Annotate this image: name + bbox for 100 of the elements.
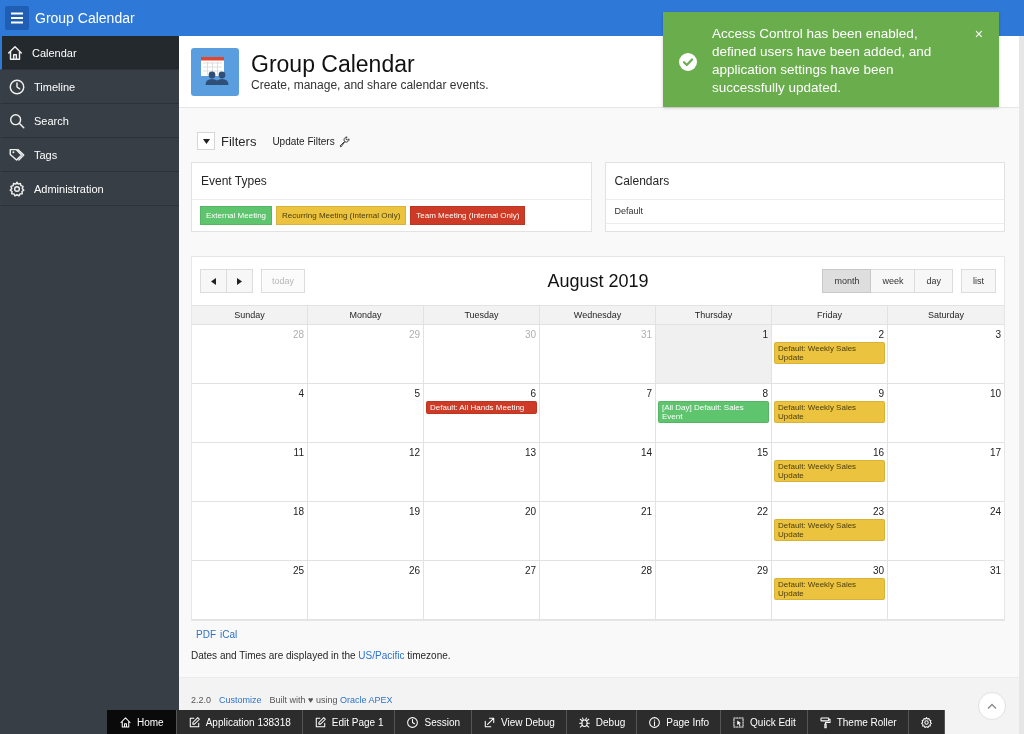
calendar-title: August 2019 <box>547 270 649 292</box>
day-cell[interactable]: 22 <box>656 502 772 561</box>
day-number: 31 <box>639 328 653 342</box>
day-cell[interactable]: 12 <box>308 443 424 502</box>
day-cell[interactable]: 29 <box>656 561 772 620</box>
next-icon <box>237 277 242 285</box>
weekday-header: Wednesday <box>540 306 656 325</box>
calendar-event[interactable]: Default: All Hands Meeting <box>426 401 537 414</box>
notification-message: Access Control has been enabled, defined users have been added, and application settings have been successfully updated. <box>712 25 933 97</box>
panel-title: Calendars <box>605 163 1004 200</box>
day-number: 9 <box>877 387 885 401</box>
update-filters-button[interactable]: Update Filters <box>270 132 353 150</box>
day-cell[interactable]: 6 Default: All Hands Meeting <box>424 384 540 443</box>
day-number: 7 <box>645 387 653 401</box>
day-number: 21 <box>639 505 653 519</box>
download-link[interactable]: iCal <box>220 629 238 640</box>
day-number: 1 <box>761 328 769 342</box>
built-with-text: Built with ♥ using Oracle APEX <box>269 695 393 705</box>
event-type-tag[interactable]: Recurring Meeting (Internal Only) <box>276 206 407 225</box>
menu-icon <box>10 12 24 24</box>
weekday-header: Thursday <box>656 306 772 325</box>
day-number: 4 <box>297 387 305 401</box>
day-cell[interactable]: 21 <box>540 502 656 561</box>
apex-link[interactable]: Oracle APEX <box>339 695 393 705</box>
view-tab[interactable]: day <box>915 269 953 293</box>
customize-link[interactable]: Customize <box>219 695 262 705</box>
day-cell[interactable]: 14 <box>540 443 656 502</box>
day-cell[interactable]: 26 <box>308 561 424 620</box>
chevron-up-icon <box>987 703 997 709</box>
view-tab[interactable]: week <box>871 269 916 293</box>
day-number: 16 <box>871 446 885 460</box>
calendar-list-item[interactable]: Default <box>605 200 1004 224</box>
day-number: 24 <box>988 505 1002 519</box>
day-cell[interactable]: 7 <box>540 384 656 443</box>
caret-icon <box>202 138 210 144</box>
day-number: 26 <box>407 564 421 578</box>
event-type-tag[interactable]: Team Meeting (Internal Only) <box>410 206 526 225</box>
day-cell[interactable]: 27 <box>424 561 540 620</box>
calendar-event[interactable]: Default: Weekly Sales Update <box>774 401 885 423</box>
day-cell[interactable]: 10 <box>888 384 1004 443</box>
day-cell[interactable]: 20 <box>424 502 540 561</box>
day-cell[interactable]: 31 <box>888 561 1004 620</box>
download-link[interactable]: PDF <box>196 629 216 640</box>
day-number: 19 <box>407 505 421 519</box>
day-cell[interactable]: 25 <box>192 561 308 620</box>
bug-icon <box>577 715 591 729</box>
toolbar-button[interactable]: Home <box>107 710 177 734</box>
day-cell[interactable]: 11 <box>192 443 308 502</box>
clock-icon <box>406 715 420 729</box>
day-number: 6 <box>529 387 537 401</box>
day-cell[interactable]: 18 <box>192 502 308 561</box>
day-number: 27 <box>523 564 537 578</box>
nav-item[interactable]: Tags <box>0 138 179 172</box>
day-number: 28 <box>639 564 653 578</box>
nav-item[interactable]: Search <box>0 104 179 138</box>
day-cell[interactable]: 4 <box>192 384 308 443</box>
day-number: 28 <box>291 328 305 342</box>
day-cell[interactable]: 1 <box>656 325 772 384</box>
day-cell[interactable]: 28 <box>540 561 656 620</box>
day-number: 13 <box>523 446 537 460</box>
day-cell[interactable]: 23 Default: Weekly Sales Update <box>772 502 888 561</box>
panel-title: Event Types <box>192 163 591 200</box>
menu-button[interactable] <box>5 6 29 30</box>
next-button[interactable] <box>227 269 253 293</box>
info-icon <box>648 715 662 729</box>
nav-item[interactable]: Administration <box>0 172 179 206</box>
day-number: 20 <box>523 505 537 519</box>
day-cell[interactable]: 24 <box>888 502 1004 561</box>
day-number: 18 <box>291 505 305 519</box>
day-cell[interactable]: 16 Default: Weekly Sales Update <box>772 443 888 502</box>
day-number: 10 <box>988 387 1002 401</box>
day-cell[interactable]: 9 Default: Weekly Sales Update <box>772 384 888 443</box>
day-number: 15 <box>755 446 769 460</box>
weekday-header: Monday <box>308 306 424 325</box>
day-cell[interactable]: 30 Default: Weekly Sales Update <box>772 561 888 620</box>
timezone-link[interactable]: US/Pacific <box>358 650 405 661</box>
day-number: 30 <box>871 564 885 578</box>
day-cell[interactable]: 3 <box>888 325 1004 384</box>
app-title[interactable]: Group Calendar <box>35 10 135 26</box>
calendar-event[interactable]: Default: Weekly Sales Update <box>774 342 885 364</box>
day-number: 22 <box>755 505 769 519</box>
day-cell[interactable]: 17 <box>888 443 1004 502</box>
collapse-toggle[interactable] <box>197 132 215 150</box>
day-cell[interactable]: 2 Default: Weekly Sales Update <box>772 325 888 384</box>
previous-button[interactable] <box>200 269 227 293</box>
edit-icon <box>187 715 201 729</box>
day-cell[interactable]: 5 <box>308 384 424 443</box>
view-tab[interactable]: list <box>961 269 996 293</box>
calendar-event[interactable]: Default: Weekly Sales Update <box>774 519 885 541</box>
clock-icon <box>8 77 26 96</box>
day-number: 23 <box>871 505 885 519</box>
day-cell[interactable]: 13 <box>424 443 540 502</box>
nav-item[interactable]: Calendar <box>0 36 179 70</box>
day-cell[interactable]: 8 [All Day] Default: Sales Event <box>656 384 772 443</box>
view-tab[interactable]: month <box>822 269 872 293</box>
calendar-event[interactable]: Default: Weekly Sales Update <box>774 578 885 600</box>
calendar-event[interactable]: Default: Weekly Sales Update <box>774 460 885 482</box>
day-cell[interactable]: 19 <box>308 502 424 561</box>
weekday-header: Tuesday <box>424 306 540 325</box>
day-cell[interactable]: 15 <box>656 443 772 502</box>
